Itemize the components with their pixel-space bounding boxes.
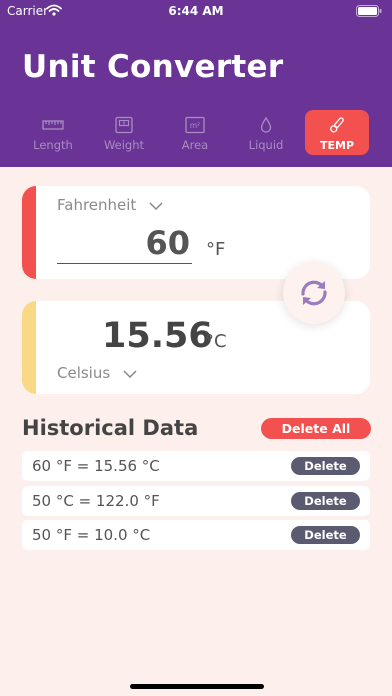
history-entry: 60 °F = 15.56 °C	[32, 457, 160, 475]
from-unit-symbol: °F	[206, 239, 226, 260]
history-entry: 50 °C = 122.0 °F	[32, 491, 160, 510]
tab-label: Length	[33, 138, 73, 152]
svg-text:m²: m²	[190, 121, 200, 130]
to-value-output: 15.56	[102, 316, 213, 356]
history-list: 60 °F = 15.56 °C Delete 50 °C = 122.0 °F…	[22, 451, 370, 555]
tab-area[interactable]: m² Area	[163, 110, 227, 155]
tab-label: Area	[181, 138, 209, 152]
thermometer-icon	[330, 117, 344, 133]
history-entry: 50 °F = 10.0 °C	[32, 526, 151, 544]
delete-all-button[interactable]: Delete All	[261, 418, 371, 439]
delete-button[interactable]: Delete	[291, 457, 360, 475]
swap-icon	[301, 280, 327, 306]
from-value-input[interactable]: 60	[57, 224, 192, 264]
app-title: Unit Converter	[22, 49, 284, 85]
to-unit-symbol: °C	[205, 331, 227, 352]
drop-icon	[260, 116, 272, 133]
tab-length[interactable]: Length	[21, 110, 85, 155]
tab-temp[interactable]: TEMP	[305, 110, 369, 155]
to-unit-label: Celsius	[57, 364, 111, 382]
delete-button[interactable]: Delete	[291, 491, 360, 510]
from-unit-label: Fahrenheit	[57, 196, 137, 214]
scale-icon	[115, 116, 133, 134]
status-time: 6:44 AM	[168, 4, 224, 18]
area-icon: m²	[185, 116, 205, 134]
swap-units-button[interactable]	[283, 262, 345, 324]
tab-weight[interactable]: Weight	[92, 110, 156, 155]
tab-label: Weight	[103, 138, 145, 152]
chevron-down-icon	[123, 369, 137, 378]
tab-liquid[interactable]: Liquid	[234, 110, 298, 155]
from-color-strip	[22, 186, 36, 279]
history-row: 60 °F = 15.56 °C Delete	[22, 451, 370, 481]
from-unit-dropdown[interactable]: Fahrenheit	[57, 196, 163, 214]
home-indicator[interactable]	[130, 684, 264, 689]
to-unit-dropdown[interactable]: Celsius	[57, 364, 137, 382]
delete-button[interactable]: Delete	[291, 526, 360, 544]
app-header: Carrier 6:44 AM Unit Converter Length We…	[0, 0, 392, 167]
ruler-icon	[42, 120, 64, 130]
battery-icon	[356, 5, 382, 17]
chevron-down-icon	[149, 201, 163, 210]
tab-label: TEMP	[319, 139, 355, 152]
history-row: 50 °F = 10.0 °C Delete	[22, 520, 370, 550]
status-bar: Carrier 6:44 AM	[0, 0, 392, 22]
history-row: 50 °C = 122.0 °F Delete	[22, 485, 370, 516]
to-color-strip	[22, 301, 36, 394]
history-title: Historical Data	[22, 416, 199, 440]
tab-label: Liquid	[248, 138, 284, 152]
